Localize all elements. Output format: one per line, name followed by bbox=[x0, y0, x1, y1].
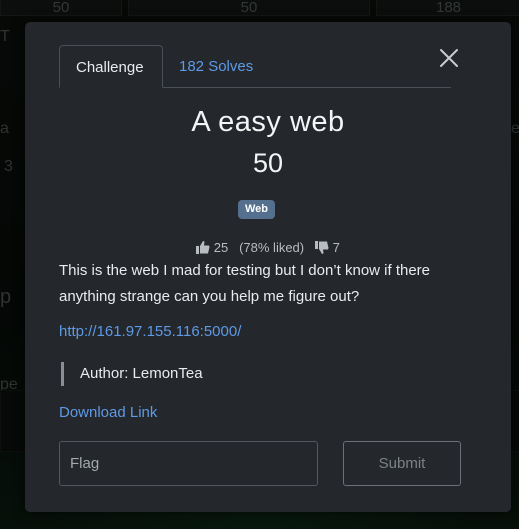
like-count: 25 bbox=[213, 240, 229, 256]
tab-challenge[interactable]: Challenge bbox=[59, 45, 163, 88]
submit-button[interactable]: Submit bbox=[343, 441, 461, 486]
challenge-description: This is the web I mad for testing but I … bbox=[59, 262, 431, 305]
modal-tabs: Challenge 182 Solves bbox=[59, 45, 451, 88]
author-blockquote: Author: LemonTea bbox=[61, 362, 203, 386]
dislike-count: 7 bbox=[332, 240, 340, 256]
flag-input[interactable] bbox=[59, 441, 318, 486]
challenge-url-link[interactable]: http://161.97.155.116:5000/ bbox=[59, 323, 241, 340]
category-badge: Web bbox=[238, 200, 276, 219]
like-percent: (78% liked) bbox=[239, 240, 305, 256]
challenge-rating: 25 (78% liked) 7 bbox=[25, 239, 511, 255]
challenge-points: 50 bbox=[252, 148, 284, 178]
tab-solves[interactable]: 182 Solves bbox=[163, 45, 269, 87]
thumbs-down-icon[interactable] bbox=[314, 241, 329, 255]
challenge-modal: Challenge 182 Solves A easy web 50 Web 2… bbox=[25, 22, 511, 512]
close-button[interactable] bbox=[437, 46, 461, 70]
challenge-title: A easy web bbox=[191, 106, 345, 138]
download-link[interactable]: Download Link bbox=[59, 404, 157, 421]
close-icon bbox=[440, 49, 458, 67]
thumbs-up-icon[interactable] bbox=[196, 241, 210, 255]
